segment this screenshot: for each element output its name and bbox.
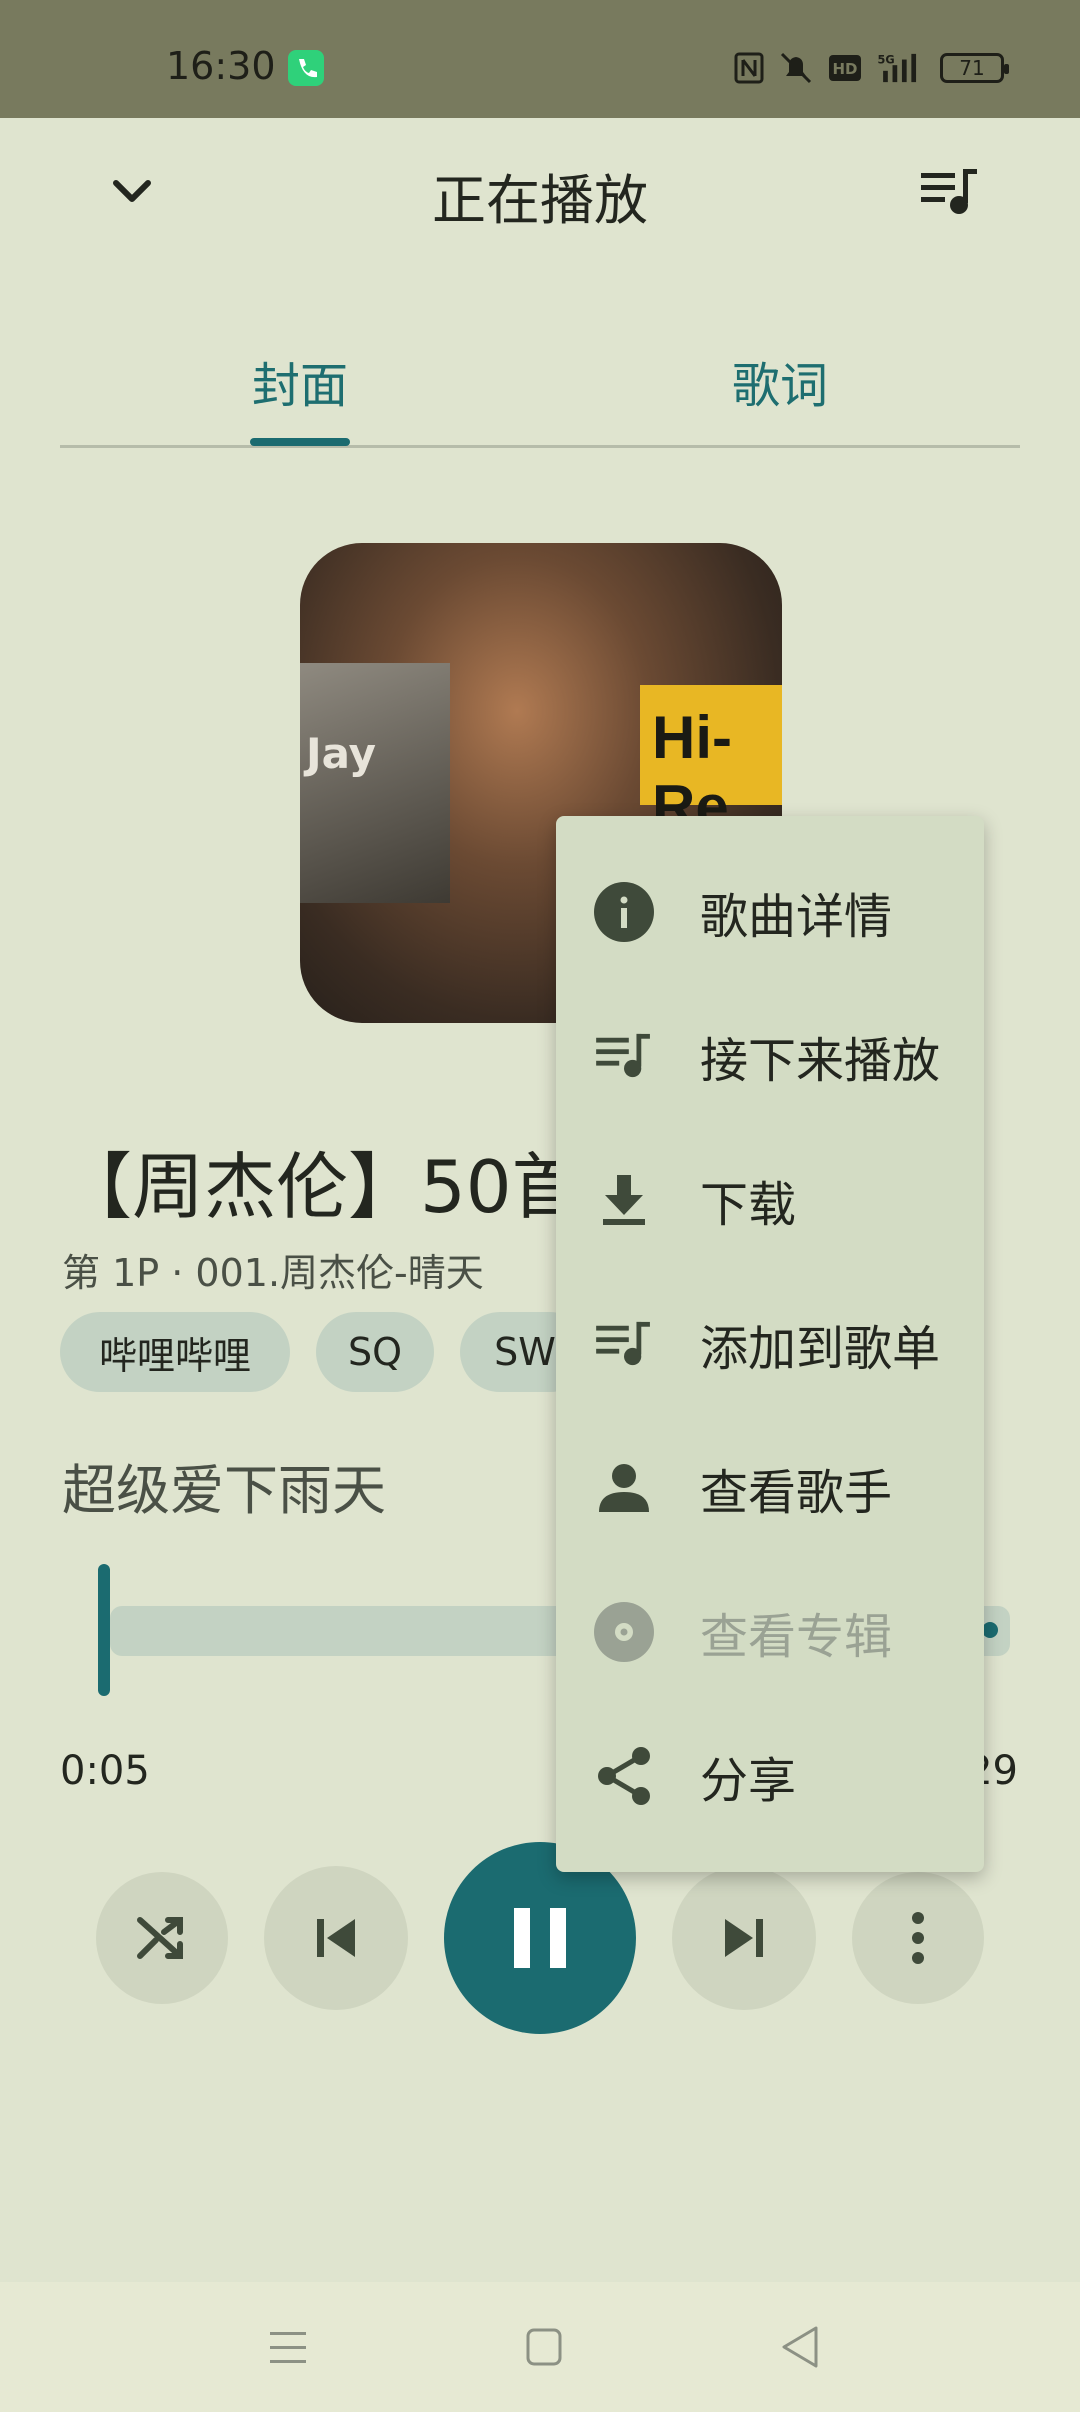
menu-item-share[interactable]: 分享: [556, 1704, 984, 1848]
album-art-inset: [300, 663, 450, 903]
mute-icon: [780, 52, 812, 84]
menu-item-label: 查看专辑: [700, 1609, 893, 1665]
menu-item-label: 接下来播放: [700, 1033, 941, 1089]
person-icon: [592, 1456, 656, 1520]
share-icon: [592, 1744, 656, 1808]
queue-music-icon: [921, 169, 977, 214]
tag-chip-quality[interactable]: SQ: [316, 1312, 434, 1392]
song-title: 【周杰伦】50首: [60, 1145, 584, 1229]
tab-lyrics[interactable]: 歌词: [540, 346, 1020, 416]
call-icon: [288, 50, 324, 86]
pause-icon: [514, 1908, 566, 1968]
skip-previous-icon: [317, 1919, 355, 1957]
menu-item-label: 添加到歌单: [700, 1321, 941, 1377]
nav-home-button[interactable]: [520, 2320, 568, 2374]
home-square-icon: [526, 2328, 562, 2366]
queue-music-icon: [592, 1024, 656, 1088]
menu-item-view-album[interactable]: 查看专辑: [556, 1560, 984, 1704]
album-art-inset-text: Jay: [306, 729, 377, 778]
menu-item-label: 下载: [700, 1177, 797, 1233]
queue-button[interactable]: [914, 160, 986, 224]
menu-item-label: 歌曲详情: [700, 889, 893, 945]
menu-item-view-artist[interactable]: 查看歌手: [556, 1416, 984, 1560]
info-icon: [592, 880, 656, 944]
battery-level: 71: [959, 56, 985, 80]
menu-item-song-details[interactable]: 歌曲详情: [556, 840, 984, 984]
back-triangle-icon: [782, 2326, 818, 2368]
status-icons: HD 5G 71: [734, 48, 1009, 88]
shuffle-icon: [137, 1917, 183, 1959]
tab-indicator: [250, 438, 350, 446]
download-icon: [592, 1168, 656, 1232]
skip-next-icon: [725, 1919, 763, 1957]
svg-text:HD: HD: [832, 60, 857, 78]
5g-signal-icon: 5G: [877, 53, 917, 83]
more-vert-icon: [912, 1912, 924, 1964]
next-button[interactable]: [672, 1866, 816, 2010]
status-time: 16:30: [166, 44, 276, 88]
tab-divider: [60, 445, 1020, 448]
album-icon: [592, 1600, 656, 1664]
song-subtitle: 第 1P · 001.周杰伦-晴天: [62, 1251, 484, 1295]
menu-item-label: 查看歌手: [700, 1465, 893, 1521]
menu-item-play-next[interactable]: 接下来播放: [556, 984, 984, 1128]
menu-item-label: 分享: [700, 1753, 797, 1809]
nav-back-button[interactable]: [776, 2320, 824, 2374]
playlist-add-icon: [592, 1312, 656, 1376]
shuffle-button[interactable]: [96, 1872, 228, 2004]
svg-text:5G: 5G: [877, 53, 894, 66]
hd-icon: HD: [829, 55, 861, 81]
more-button[interactable]: [852, 1872, 984, 2004]
time-current: 0:05: [60, 1748, 150, 1794]
progress-end-dot: [982, 1622, 998, 1638]
progress-thumb[interactable]: [98, 1564, 110, 1696]
tag-chip-source[interactable]: 哔哩哔哩: [60, 1312, 290, 1392]
battery-icon: 71: [940, 53, 1009, 83]
nav-recents-button[interactable]: [264, 2320, 312, 2374]
overflow-menu: 歌曲详情 接下来播放 下载 添加到歌单 查看歌手 查看专辑 分享: [556, 816, 984, 1872]
menu-icon: [270, 2332, 306, 2363]
tab-cover[interactable]: 封面: [60, 346, 540, 416]
artist-name[interactable]: 超级爱下雨天: [62, 1446, 386, 1525]
menu-item-add-to-playlist[interactable]: 添加到歌单: [556, 1272, 984, 1416]
previous-button[interactable]: [264, 1866, 408, 2010]
menu-item-download[interactable]: 下载: [556, 1128, 984, 1272]
nfc-icon: [734, 52, 764, 84]
